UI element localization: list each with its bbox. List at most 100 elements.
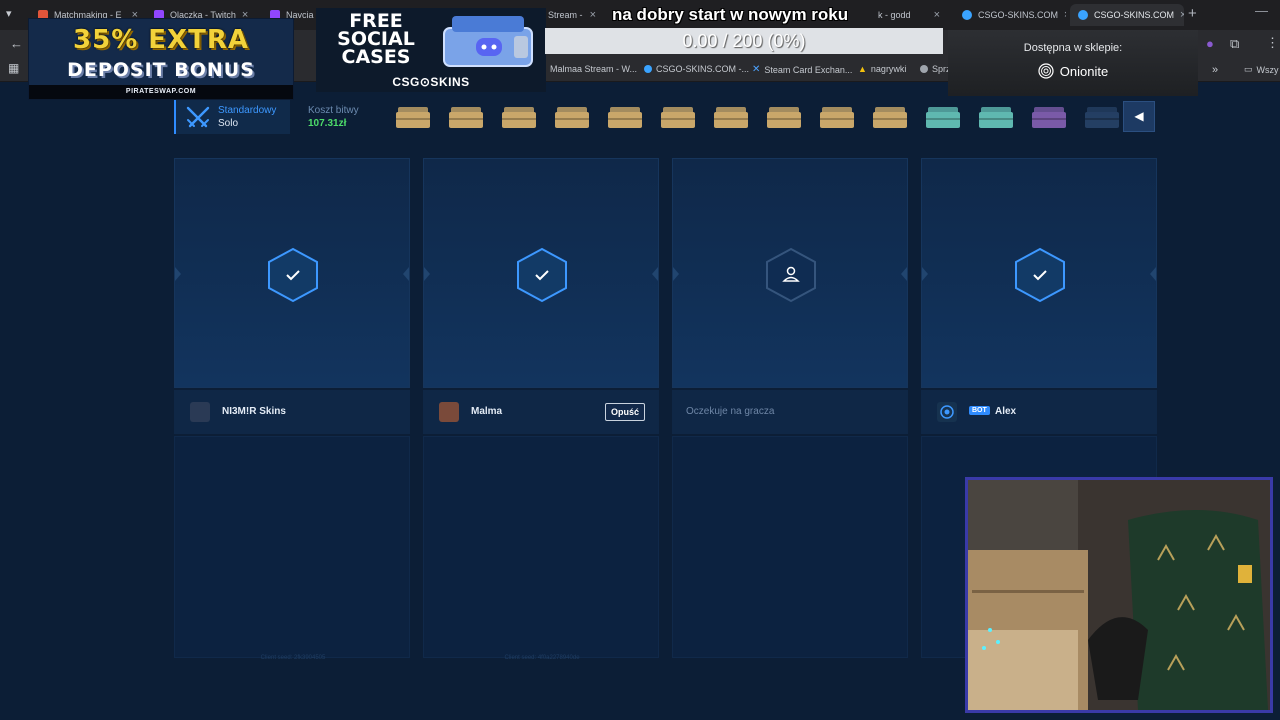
reel-right-marker-icon	[403, 267, 409, 281]
folder-icon: ▭	[1244, 64, 1253, 74]
close-tab-icon[interactable]: ×	[934, 9, 940, 21]
shop-widget: Dostępna w sklepie: Onionite	[948, 30, 1198, 96]
bookmark-item[interactable]: ▲ nagrywki	[858, 64, 906, 74]
case-thumbnail-icon[interactable]	[1083, 104, 1121, 130]
ad-subheadline: DEPOSIT BONUS	[67, 59, 255, 81]
back-arrow-icon[interactable]: ←	[10, 36, 23, 51]
case-thumbnail-icon[interactable]	[394, 104, 432, 130]
webcam-image	[968, 480, 1270, 710]
profile-dot-icon[interactable]: ●	[1206, 36, 1214, 51]
bookmark-item[interactable]: ▭ Wszy	[1244, 64, 1279, 75]
battle-cost-label: Koszt bitwy	[308, 105, 359, 116]
close-tab-icon[interactable]: ×	[590, 9, 596, 21]
case-thumbnail-icon[interactable]	[924, 104, 962, 130]
case-thumbnail-icon[interactable]	[765, 104, 803, 130]
reel-left-marker-icon	[922, 267, 928, 281]
browser-tab-active[interactable]: CSGO-SKINS.COM ×	[1070, 4, 1184, 26]
reel-left-marker-icon	[175, 267, 181, 281]
case-thumbnail-icon[interactable]	[606, 104, 644, 130]
player-slot-reel	[423, 158, 659, 388]
leave-battle-button[interactable]: Opuść	[604, 403, 645, 421]
stream-message: na dobry start w nowym roku	[612, 5, 849, 24]
tab-label: k - godd	[878, 10, 911, 20]
battle-mode-panel: Standardowy Solo Koszt bitwy 107.31zł	[174, 100, 374, 134]
close-tab-icon[interactable]: ×	[1064, 9, 1066, 21]
client-seed: Client seed: 2fk3904505	[260, 655, 326, 661]
tab-label: CSGO-SKINS.COM	[1094, 10, 1175, 20]
battle-mode-name: Standardowy	[218, 105, 277, 116]
player-drops-area: Client seed: 2fk3904505	[174, 436, 410, 661]
case-thumbnail-icon[interactable]	[977, 104, 1015, 130]
ad-footer: PIRATESWAP.COM	[29, 85, 293, 99]
close-tab-icon[interactable]: ×	[1180, 9, 1184, 21]
bookmark-item[interactable]: Sprz	[920, 64, 951, 74]
steam-card-favicon-icon: ✕	[752, 64, 761, 75]
case-thumbnail-icon[interactable]	[1030, 104, 1068, 130]
case-thumbnail-icon[interactable]	[553, 104, 591, 130]
client-seed: Client seed: 4f0a2278940de	[504, 655, 580, 661]
player-slot-1: NI3M!R Skins Client seed: 2fk3904505	[174, 158, 410, 661]
apps-grid-icon[interactable]: ▦	[8, 61, 19, 75]
bookmark-label: CSGO-SKINS.COM -...	[656, 64, 750, 74]
case-thumbnail-icon[interactable]	[447, 104, 485, 130]
battle-cost-value: 107.31zł	[308, 118, 347, 129]
player-bar: NI3M!R Skins	[174, 390, 410, 434]
minimize-icon[interactable]: —	[1255, 3, 1268, 18]
bot-badge: BOT	[969, 406, 990, 415]
onionite-logo-icon	[1038, 63, 1054, 79]
drive-folder-icon: ▲	[858, 64, 867, 74]
case-thumbnail-icon[interactable]	[871, 104, 909, 130]
csgo-skins-favicon-icon	[644, 65, 652, 73]
shop-brand-name: Onionite	[1059, 63, 1109, 79]
donation-goal-bar: 0.00 / 200 (0%)	[545, 28, 943, 54]
tab-label: CSGO-SKINS.COM	[978, 10, 1059, 20]
battle-mode-box: Standardowy Solo	[174, 100, 290, 134]
case-thumbnail-icon[interactable]	[659, 104, 697, 130]
case-thumbnail-icon[interactable]	[712, 104, 750, 130]
bookmark-item[interactable]: ✕ Steam Card Exchan...	[752, 64, 852, 75]
player-slot-reel	[174, 158, 410, 388]
case-thumbnail-icon[interactable]	[818, 104, 856, 130]
bookmark-item[interactable]: Malmaa Stream - W...	[550, 64, 637, 74]
tab-search-icon[interactable]: ▾	[6, 7, 12, 20]
reel-right-marker-icon	[652, 267, 658, 281]
crossed-swords-icon	[186, 106, 210, 128]
browser-tab[interactable]: Stream - ×	[540, 4, 604, 26]
player-slot-reel	[672, 158, 908, 388]
donation-goal-text: 0.00 / 200 (0%)	[682, 31, 806, 51]
bookmark-label: Steam Card Exchan...	[764, 64, 853, 75]
promo-brand: CSG⊙SKINS	[392, 75, 470, 89]
waiting-label: Oczekuje na gracza	[686, 406, 775, 417]
player-drops-area	[672, 436, 908, 658]
bookmark-label: Wszy	[1256, 64, 1279, 75]
ad-headline: 35% EXTRA	[73, 25, 249, 55]
player-name: NI3M!R Skins	[222, 406, 286, 417]
player-name: Alex	[995, 406, 1017, 417]
bookmarks-overflow-icon[interactable]: »	[1212, 64, 1218, 76]
browser-tab[interactable]: k - godd ×	[870, 4, 948, 26]
reel-right-marker-icon	[901, 267, 907, 281]
player-name: Malma	[471, 406, 503, 417]
shop-label: Dostępna w sklepie:	[1023, 42, 1123, 54]
tab-label: Stream -	[548, 10, 583, 20]
reel-right-marker-icon	[1150, 267, 1156, 281]
reel-left-marker-icon	[673, 267, 679, 281]
ready-check-icon	[268, 247, 318, 303]
pirateswap-ad-banner: 35% EXTRA DEPOSIT BONUS PIRATESWAP.COM	[28, 18, 294, 100]
case-thumbnail-icon[interactable]	[500, 104, 538, 130]
more-menu-icon[interactable]: ⋮	[1266, 35, 1279, 51]
free-cases-promo: FREE SOCIAL CASES CSG⊙SKINS	[316, 8, 546, 92]
player-drops-area: Client seed: 4f0a2278940de	[423, 436, 659, 661]
new-tab-icon[interactable]: +	[1188, 5, 1197, 22]
player-slot-2: Malma Opuść Client seed: 4f0a2278940de	[423, 158, 659, 661]
tab-favicon-icon	[1078, 10, 1088, 20]
bookmark-item[interactable]: CSGO-SKINS.COM -...	[644, 64, 749, 74]
promo-line: CASES	[341, 46, 411, 68]
extensions-icon[interactable]: ⧉	[1230, 36, 1239, 52]
collapse-case-list-button[interactable]: ◀	[1123, 101, 1155, 132]
browser-tab[interactable]: CSGO-SKINS.COM ×	[954, 4, 1066, 26]
player-bar: Malma Opuść	[423, 390, 659, 434]
ready-check-icon	[1015, 247, 1065, 303]
avatar	[190, 402, 210, 422]
discord-case-icon	[443, 16, 533, 67]
